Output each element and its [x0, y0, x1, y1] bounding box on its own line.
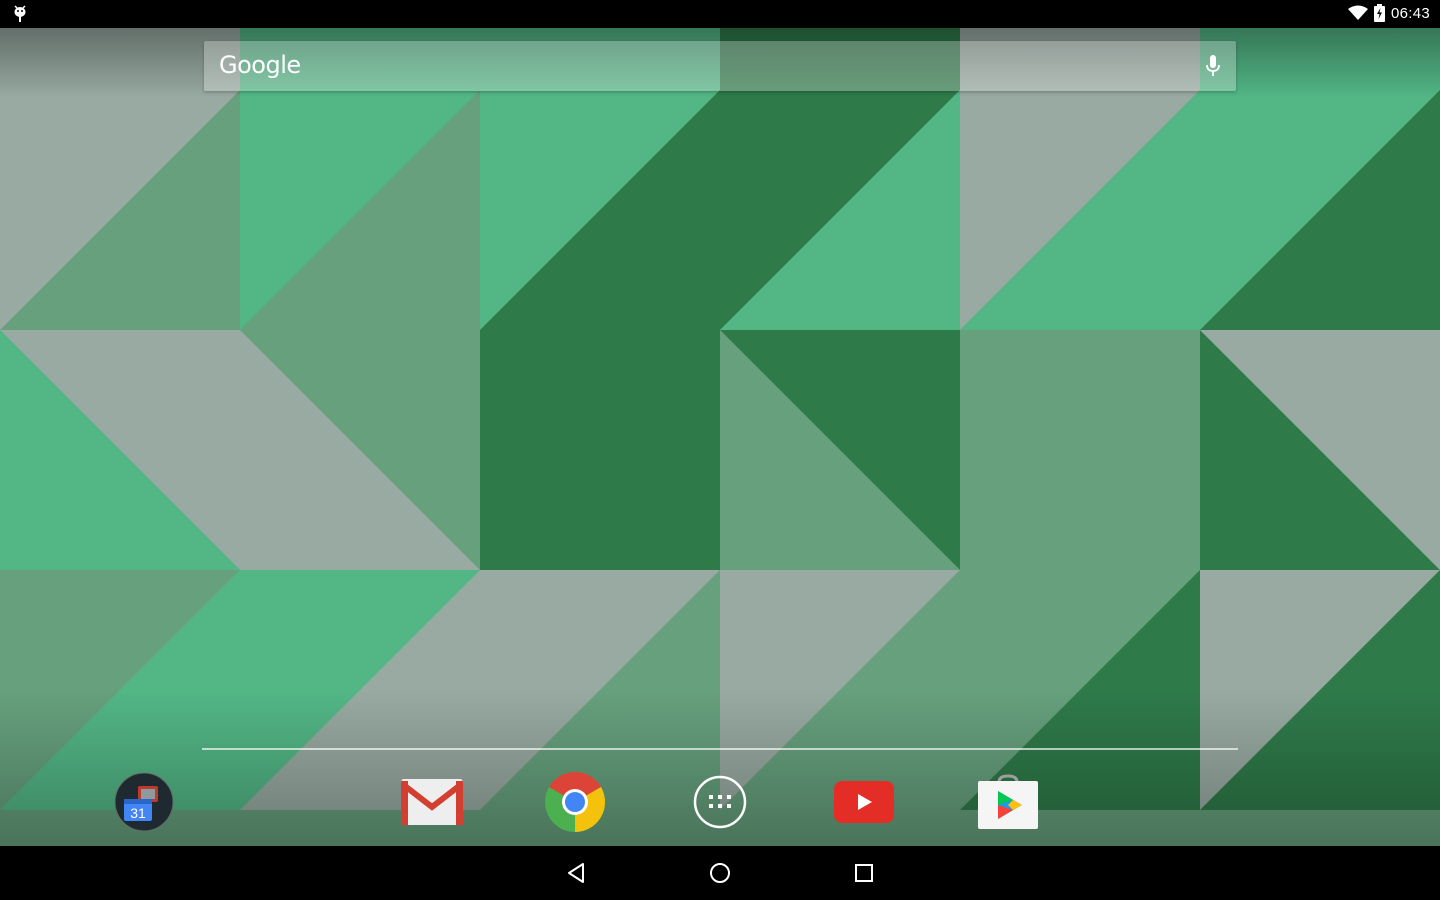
youtube-app[interactable] — [832, 770, 896, 834]
gmail-icon — [401, 779, 463, 825]
gmail-app[interactable] — [400, 770, 464, 834]
dock-divider — [202, 748, 1238, 750]
app-drawer-button[interactable] — [688, 770, 752, 834]
clock: 06:43 — [1390, 4, 1430, 22]
youtube-icon — [834, 781, 894, 823]
play-store-app[interactable] — [976, 770, 1040, 834]
wifi-icon — [1347, 5, 1368, 20]
back-icon[interactable] — [564, 861, 588, 885]
app-drawer-icon — [693, 775, 747, 829]
chrome-app[interactable] — [543, 770, 607, 834]
calendar-folder-icon: 31 — [114, 772, 174, 832]
status-bar: 06:43 — [0, 0, 1440, 28]
play-store-icon — [978, 774, 1038, 829]
microphone-icon[interactable] — [1206, 55, 1220, 77]
google-logo: Google — [219, 51, 301, 79]
calendar-badge: 31 — [130, 805, 146, 821]
calendar-folder[interactable]: 31 — [112, 770, 176, 834]
navigation-bar — [0, 846, 1440, 900]
battery-charging-icon — [1373, 4, 1385, 22]
google-search-bar[interactable]: Google — [204, 41, 1236, 91]
chrome-icon — [545, 771, 606, 832]
recents-icon[interactable] — [852, 861, 876, 885]
android-debug-icon — [14, 5, 26, 22]
home-icon[interactable] — [708, 861, 732, 885]
